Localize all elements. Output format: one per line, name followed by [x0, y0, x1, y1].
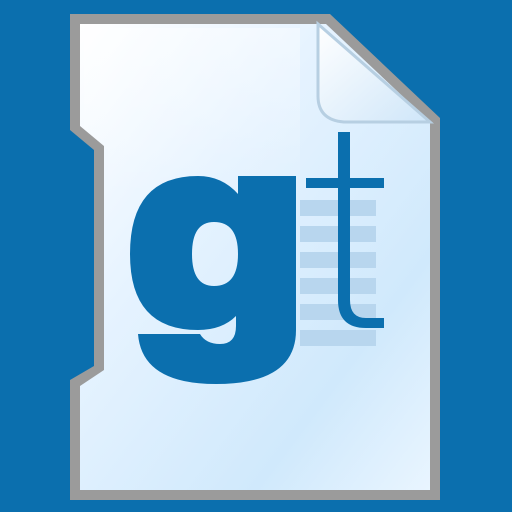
document-icon: [70, 14, 440, 500]
document-fold: [316, 20, 434, 124]
app-icon-canvas: [0, 0, 512, 512]
